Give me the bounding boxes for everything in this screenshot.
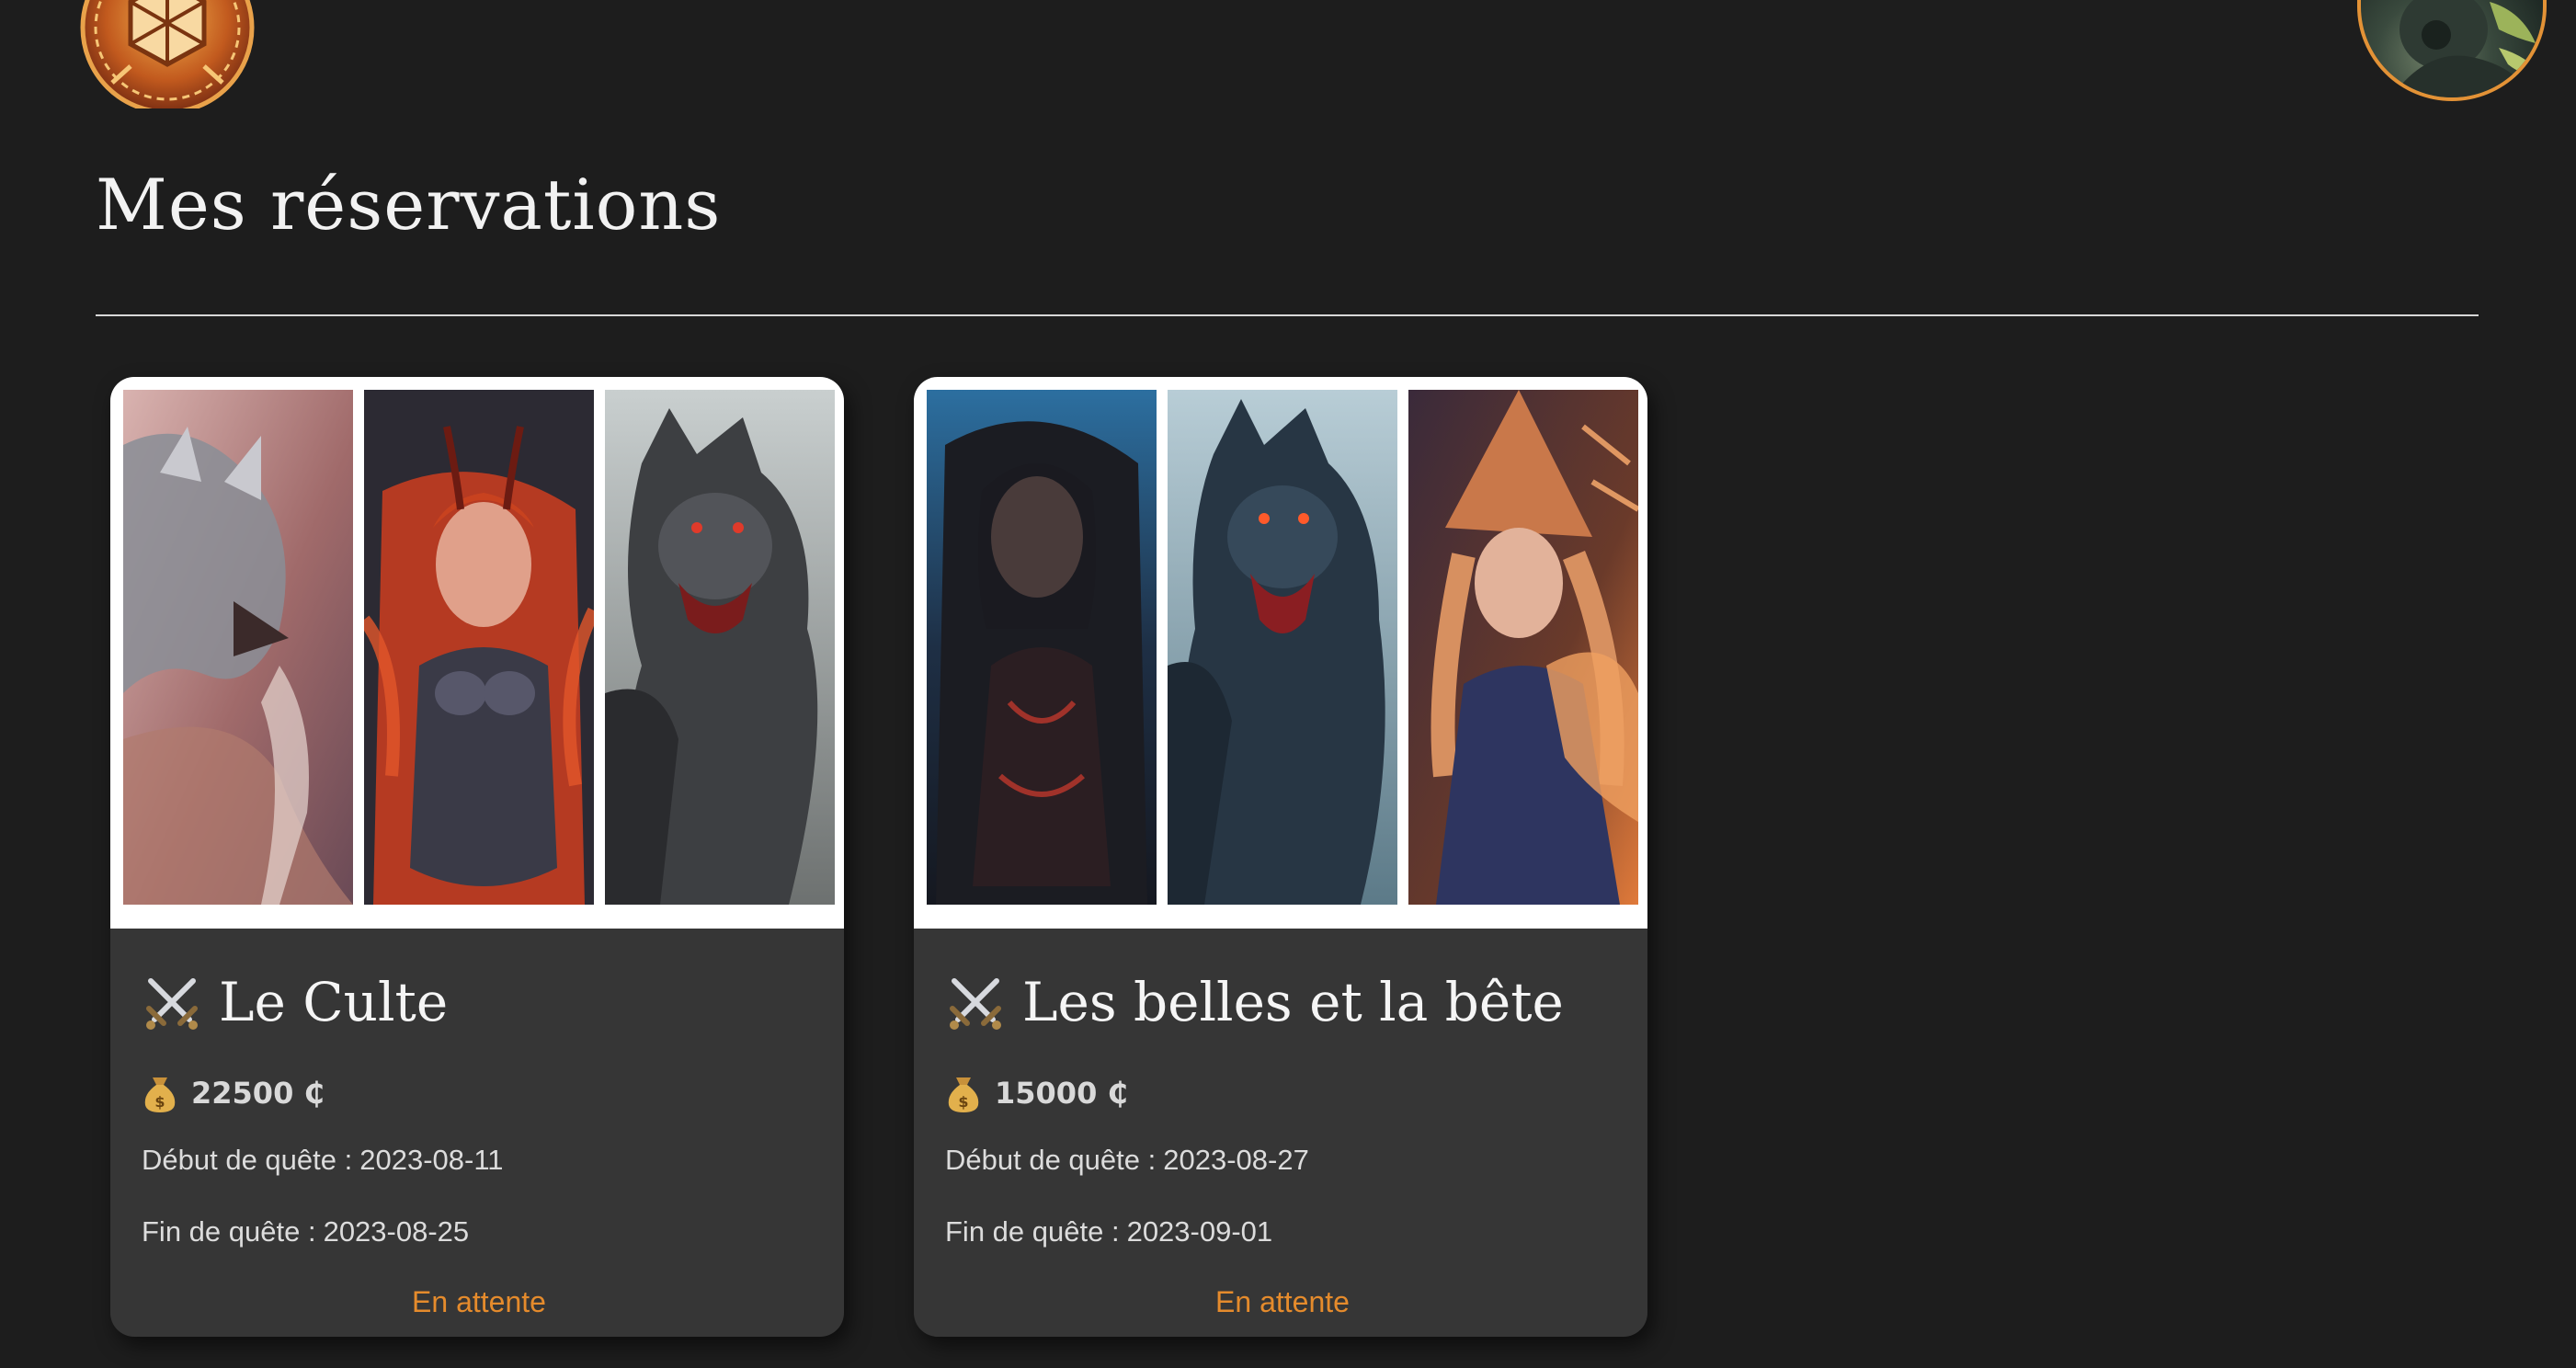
werewolf-artwork: [605, 390, 835, 905]
price-value: 15000 ₵: [995, 1076, 1128, 1111]
user-avatar[interactable]: [2357, 0, 2547, 101]
quest-image-gallery: [110, 377, 844, 929]
app-logo-icon[interactable]: [75, 0, 259, 115]
quest-title: Le Culte: [142, 956, 816, 1048]
quest-start-date: 2023-08-11: [359, 1144, 504, 1176]
crossed-swords-icon: [142, 972, 202, 1032]
status-badge: En attente: [1215, 1285, 1350, 1318]
quest-end-label: Fin de quête :: [945, 1215, 1120, 1248]
money-bag-icon: $: [142, 1072, 178, 1114]
quest-title-text: Les belles et la bête: [1022, 971, 1564, 1033]
dragon-artwork: [123, 390, 353, 905]
svg-text:$: $: [958, 1093, 968, 1111]
red-haired-warrior-artwork: [364, 390, 594, 905]
quest-start-label: Début de quête :: [945, 1144, 1157, 1176]
svg-text:$: $: [154, 1093, 165, 1111]
quest-image-gallery: [914, 377, 1647, 929]
quest-start-row: Début de quête : 2023-08-27: [945, 1144, 1620, 1177]
quest-end-label: Fin de quête :: [142, 1215, 316, 1248]
quest-end-date: 2023-09-01: [1126, 1215, 1273, 1248]
status-badge: En attente: [412, 1285, 546, 1318]
quest-start-label: Début de quête :: [142, 1144, 353, 1176]
price-row: $ 15000 ₵: [945, 1070, 1620, 1116]
quest-end-date: 2023-08-25: [323, 1215, 470, 1248]
reservation-card[interactable]: Le Culte $ 22500 ₵ Début de quête : 2023…: [110, 377, 844, 1337]
crossed-swords-icon: [945, 972, 1006, 1032]
quest-end-row: Fin de quête : 2023-08-25: [142, 1215, 816, 1248]
reservation-card[interactable]: Les belles et la bête $ 15000 ₵ Début de…: [914, 377, 1647, 1337]
reservation-details: Les belles et la bête $ 15000 ₵ Début de…: [945, 956, 1620, 1319]
reservation-details: Le Culte $ 22500 ₵ Début de quête : 2023…: [142, 956, 816, 1319]
money-bag-icon: $: [945, 1072, 982, 1114]
quest-title-text: Le Culte: [219, 971, 449, 1033]
page: Mes réservations Le Culte $ 22500 ₵ Débu…: [0, 0, 2576, 1368]
dark-sorceress-artwork: [927, 390, 1157, 905]
quest-start-row: Début de quête : 2023-08-11: [142, 1144, 816, 1177]
blue-werewolf-artwork: [1168, 390, 1397, 905]
price-row: $ 22500 ₵: [142, 1070, 816, 1116]
price-value: 22500 ₵: [191, 1076, 325, 1111]
title-divider: [96, 314, 2479, 316]
quest-title: Les belles et la bête: [945, 956, 1620, 1048]
fire-witch-artwork: [1408, 390, 1638, 905]
page-title: Mes réservations: [96, 164, 722, 245]
quest-end-row: Fin de quête : 2023-09-01: [945, 1215, 1620, 1248]
quest-start-date: 2023-08-27: [1163, 1144, 1309, 1176]
